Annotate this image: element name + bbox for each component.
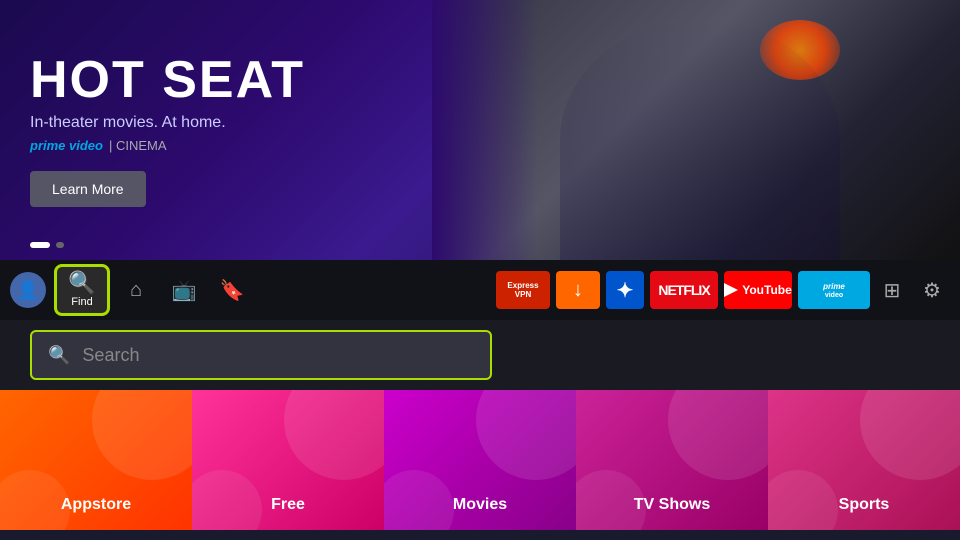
downloader-icon: ↓ xyxy=(573,279,583,302)
movies-tile[interactable]: Movies xyxy=(384,390,576,530)
tv-icon: 📺 xyxy=(172,278,197,303)
home-icon: ⌂ xyxy=(130,279,142,302)
categories: Appstore Free Movies TV Shows Sports xyxy=(0,390,960,530)
tvshows-tile[interactable]: TV Shows xyxy=(576,390,768,530)
appstore-label: Appstore xyxy=(61,496,131,514)
primevideo-app[interactable]: prime video xyxy=(798,271,870,309)
expressvpn-label: ExpressVPN xyxy=(507,281,538,299)
find-label: Find xyxy=(71,296,92,308)
primevideo-label: prime xyxy=(823,282,845,291)
youtube-app[interactable]: YouTube xyxy=(724,271,792,309)
movies-label: Movies xyxy=(453,496,507,514)
youtube-label: YouTube xyxy=(742,283,792,297)
find-button[interactable]: 🔍 Find xyxy=(54,264,110,316)
hero-title: HOT SEAT xyxy=(30,54,305,106)
learn-more-button[interactable]: Learn More xyxy=(30,171,146,207)
sports-label: Sports xyxy=(839,496,890,514)
bookmark-icon: 🔖 xyxy=(220,278,245,303)
netflix-app[interactable]: NETFLIX xyxy=(650,271,718,309)
sports-tile[interactable]: Sports xyxy=(768,390,960,530)
user-avatar[interactable]: 👤 xyxy=(10,272,46,308)
search-bar-icon: 🔍 xyxy=(48,345,70,366)
gear-icon: ⚙ xyxy=(923,278,941,303)
nav-bar: 👤 🔍 Find ⌂ 📺 🔖 ExpressVPN ↓ ✦ NETFLIX Yo… xyxy=(0,260,960,320)
hero-left: HOT SEAT In-theater movies. At home. pri… xyxy=(30,0,305,260)
app-shortcuts: ExpressVPN ↓ ✦ NETFLIX YouTube prime vid… xyxy=(496,271,870,309)
grid-button[interactable]: ⊞ xyxy=(874,272,910,308)
character-2 xyxy=(810,80,940,260)
grid-icon: ⊞ xyxy=(884,278,901,303)
search-icon: 🔍 xyxy=(68,272,95,294)
search-placeholder: Search xyxy=(82,345,139,366)
prime-video-label: prime video xyxy=(30,138,103,153)
expressvpn-app[interactable]: ExpressVPN xyxy=(496,271,550,309)
hero-bg xyxy=(432,0,960,260)
prime-badge: prime video | CINEMA xyxy=(30,138,305,153)
appstore-tile[interactable]: Appstore xyxy=(0,390,192,530)
search-section: 🔍 Search xyxy=(0,320,960,390)
feathers-icon: ✦ xyxy=(617,278,634,303)
hero-subtitle: In-theater movies. At home. xyxy=(30,114,305,132)
settings-button[interactable]: ⚙ xyxy=(914,272,950,308)
bookmark-button[interactable]: 🔖 xyxy=(210,268,254,312)
search-bar[interactable]: 🔍 Search xyxy=(30,330,492,380)
youtube-play-icon xyxy=(724,283,738,297)
home-button[interactable]: ⌂ xyxy=(114,268,158,312)
cinema-label: | CINEMA xyxy=(109,138,167,153)
free-tile[interactable]: Free xyxy=(192,390,384,530)
downloader-app[interactable]: ↓ xyxy=(556,271,600,309)
hero-image xyxy=(432,0,960,260)
hero-banner: HOT SEAT In-theater movies. At home. pri… xyxy=(0,0,960,260)
tvshows-label: TV Shows xyxy=(634,496,710,514)
free-label: Free xyxy=(271,496,305,514)
tv-button[interactable]: 📺 xyxy=(162,268,206,312)
netflix-label: NETFLIX xyxy=(658,282,709,298)
primevideo-sublabel: video xyxy=(825,292,843,299)
feathers-app[interactable]: ✦ xyxy=(606,271,644,309)
